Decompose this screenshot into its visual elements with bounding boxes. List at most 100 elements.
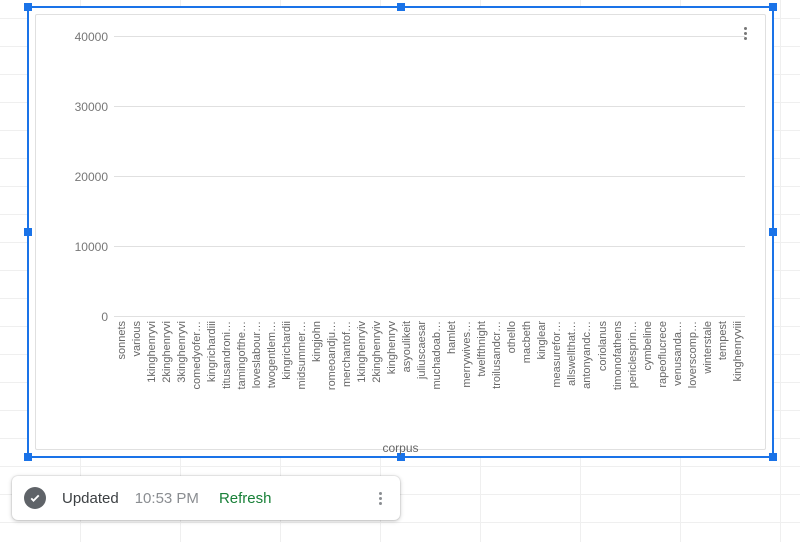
x-tick-label: 1kinghenryiv	[356, 321, 368, 383]
x-label-slot: titusandroni…	[219, 321, 234, 439]
x-tick-label: midsummer…	[296, 321, 308, 389]
x-tick-label: 2kinghenryiv	[371, 321, 383, 383]
x-label-slot: merrywives…	[460, 321, 475, 439]
x-label-slot: loverscomp…	[685, 321, 700, 439]
x-label-slot: kinghenryviii	[730, 321, 745, 439]
x-label-slot: allswellthat…	[565, 321, 580, 439]
x-label-slot: tempest	[715, 321, 730, 439]
x-tick-label: measurefor…	[551, 321, 563, 388]
x-label-slot: midsummer…	[294, 321, 309, 439]
x-label-slot: troilusandcr…	[490, 321, 505, 439]
x-tick-label: comedyofer…	[191, 321, 203, 389]
x-label-slot: cymbeline	[640, 321, 655, 439]
resize-handle-lc[interactable]	[24, 228, 32, 236]
x-tick-label: kingrichardii	[281, 321, 293, 380]
x-label-slot: juliuscaesar	[415, 321, 430, 439]
kebab-dot-icon	[744, 27, 747, 30]
x-tick-label: periclesprin…	[627, 321, 639, 388]
x-tick-label: 3kinghenryvi	[176, 321, 188, 383]
x-tick-label: rapeoflucrece	[657, 321, 669, 388]
x-label-slot: measurefor…	[550, 321, 565, 439]
x-label-slot: antonyandc…	[580, 321, 595, 439]
refresh-button[interactable]: Refresh	[219, 490, 272, 507]
resize-handle-bl[interactable]	[24, 453, 32, 461]
x-label-slot: romeoandju…	[324, 321, 339, 439]
x-tick-label: merchantof…	[341, 321, 353, 387]
x-tick-label: merrywives…	[461, 321, 473, 388]
resize-handle-tr[interactable]	[769, 3, 777, 11]
status-text: Updated	[62, 490, 119, 507]
x-tick-label: troilusandcr…	[491, 321, 503, 389]
x-label-slot: twogentlem…	[264, 321, 279, 439]
x-tick-label: 2kinghenryvi	[161, 321, 173, 383]
checkmark-badge-icon	[24, 487, 46, 509]
chart-card: 010000200003000040000 sonnetsvarious1kin…	[35, 14, 766, 450]
resize-handle-br[interactable]	[769, 453, 777, 461]
x-tick-label: timonofathens	[612, 321, 624, 390]
x-label-slot: othello	[505, 321, 520, 439]
status-more-button[interactable]	[366, 484, 394, 512]
x-tick-label: othello	[506, 321, 518, 353]
x-label-slot: kingrichardii	[279, 321, 294, 439]
x-label-slot: 2kinghenryvi	[159, 321, 174, 439]
x-tick-label: loveslabour…	[251, 321, 263, 388]
x-tick-label: cymbeline	[642, 321, 654, 371]
x-label-slot: muchadoab…	[430, 321, 445, 439]
kebab-dot-icon	[379, 492, 382, 495]
x-label-slot: sonnets	[114, 321, 129, 439]
x-tick-label: various	[131, 321, 143, 356]
x-tick-label: antonyandc…	[581, 321, 593, 389]
x-label-slot: winterstale	[700, 321, 715, 439]
x-axis-title: corpus	[36, 441, 765, 455]
x-label-slot: coriolanus	[595, 321, 610, 439]
x-tick-label: twelfthnight	[476, 321, 488, 377]
x-tick-label: romeoandju…	[326, 321, 338, 390]
x-tick-label: coriolanus	[597, 321, 609, 371]
x-label-slot: 1kinghenryvi	[144, 321, 159, 439]
x-tick-label: macbeth	[521, 321, 533, 363]
x-tick-label: venusanda…	[672, 321, 684, 386]
x-tick-label: kinghenryv	[386, 321, 398, 374]
x-label-slot: merchantof…	[339, 321, 354, 439]
x-label-slot: 2kinghenryiv	[370, 321, 385, 439]
kebab-dot-icon	[379, 497, 382, 500]
x-label-slot: kingjohn	[309, 321, 324, 439]
y-tick-label: 30000	[38, 100, 114, 114]
x-label-slot: kingrichardiii	[204, 321, 219, 439]
x-tick-label: winterstale	[702, 321, 714, 374]
y-tick-label: 10000	[38, 240, 114, 254]
x-tick-label: kingjohn	[311, 321, 323, 362]
x-tick-label: juliuscaesar	[416, 321, 428, 379]
x-label-slot: twelfthnight	[475, 321, 490, 439]
x-label-slot: periclesprin…	[625, 321, 640, 439]
chart-object[interactable]: 010000200003000040000 sonnetsvarious1kin…	[27, 6, 774, 458]
chart-plot-area: 010000200003000040000	[114, 37, 745, 317]
kebab-dot-icon	[744, 32, 747, 35]
kebab-dot-icon	[379, 502, 382, 505]
x-tick-label: sonnets	[116, 321, 128, 360]
x-tick-label: kinglear	[536, 321, 548, 360]
x-label-slot: hamlet	[445, 321, 460, 439]
x-label-slot: timonofathens	[610, 321, 625, 439]
x-axis-labels: sonnetsvarious1kinghenryvi2kinghenryvi3k…	[114, 321, 745, 439]
x-tick-label: tempest	[717, 321, 729, 360]
x-label-slot: kinglear	[535, 321, 550, 439]
x-tick-label: tamingofthe…	[236, 321, 248, 389]
x-tick-label: loverscomp…	[687, 321, 699, 388]
x-label-slot: 1kinghenryiv	[355, 321, 370, 439]
x-label-slot: various	[129, 321, 144, 439]
x-tick-label: kingrichardiii	[206, 321, 218, 382]
bars-container	[114, 37, 745, 317]
resize-handle-tc[interactable]	[397, 3, 405, 11]
x-label-slot: kinghenryv	[385, 321, 400, 439]
x-tick-label: hamlet	[446, 321, 458, 354]
x-tick-label: twogentlem…	[266, 321, 278, 388]
x-tick-label: kinghenryviii	[732, 321, 744, 382]
x-label-slot: loveslabour…	[249, 321, 264, 439]
x-label-slot: venusanda…	[670, 321, 685, 439]
connected-data-status-bar: Updated 10:53 PM Refresh	[12, 476, 400, 520]
resize-handle-rc[interactable]	[769, 228, 777, 236]
resize-handle-tl[interactable]	[24, 3, 32, 11]
x-label-slot: macbeth	[520, 321, 535, 439]
status-time: 10:53 PM	[135, 490, 199, 507]
